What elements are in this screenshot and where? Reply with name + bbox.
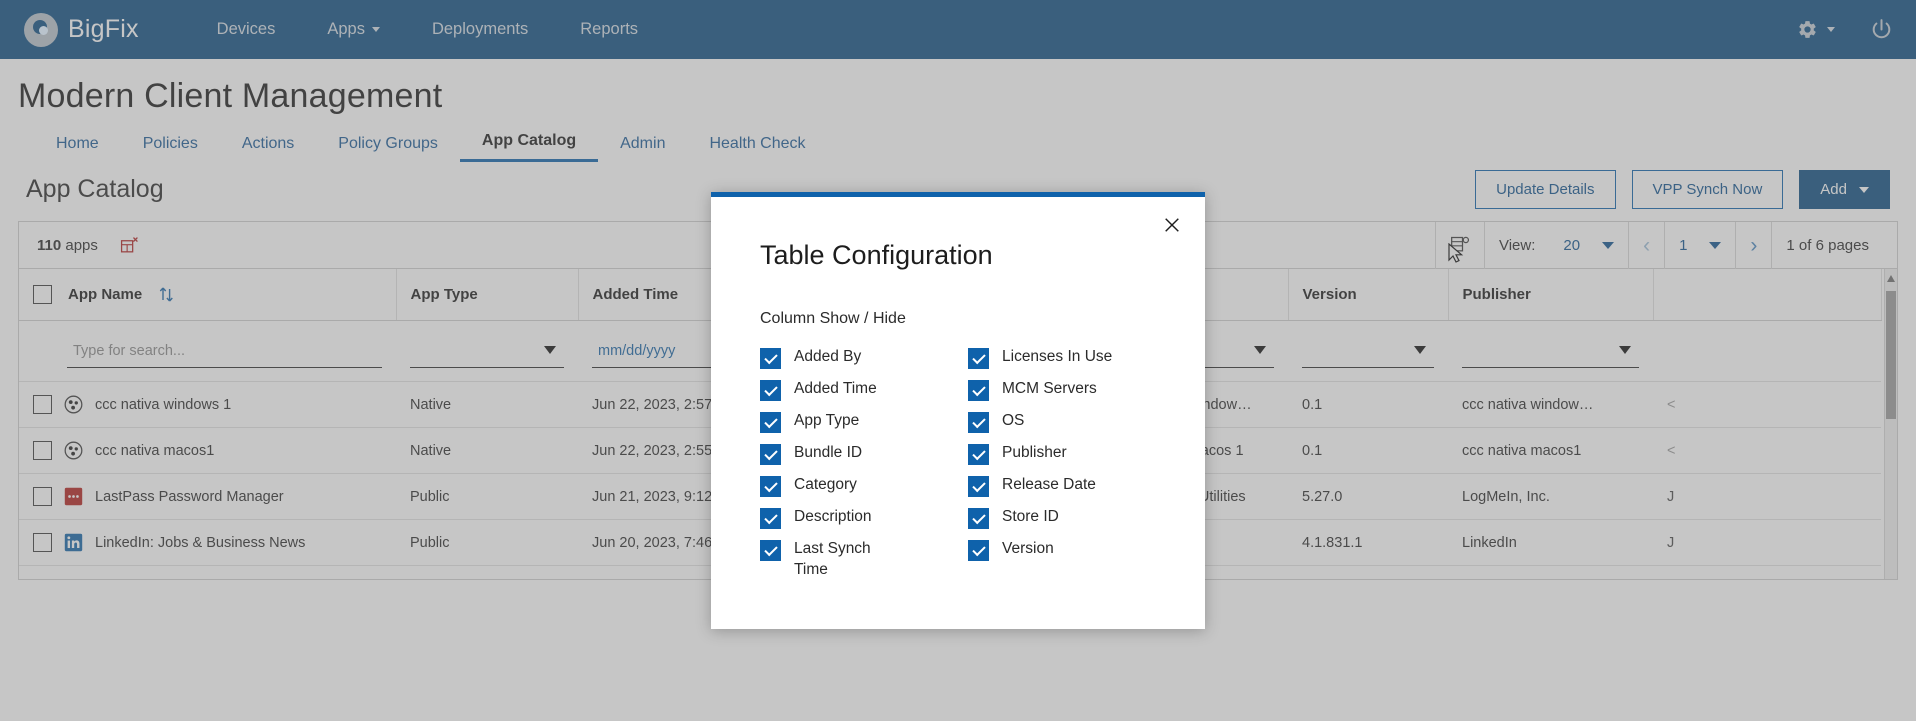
checkbox-checked-icon[interactable] bbox=[760, 508, 781, 529]
checkbox-checked-icon[interactable] bbox=[968, 476, 989, 497]
checkbox-checked-icon[interactable] bbox=[760, 476, 781, 497]
column-toggle-store-id[interactable]: Store ID bbox=[968, 502, 1136, 534]
column-toggle-lists: Added By Added Time App Type Bundle ID C… bbox=[711, 328, 1205, 586]
checkbox-checked-icon[interactable] bbox=[968, 380, 989, 401]
checkbox-checked-icon[interactable] bbox=[760, 348, 781, 369]
column-toggle-version[interactable]: Version bbox=[968, 534, 1136, 566]
checkbox-checked-icon[interactable] bbox=[760, 412, 781, 433]
column-toggle-release-date-label: Release Date bbox=[1002, 475, 1096, 496]
checkbox-checked-icon[interactable] bbox=[968, 412, 989, 433]
checkbox-checked-icon[interactable] bbox=[968, 508, 989, 529]
column-toggle-mcm-servers-label: MCM Servers bbox=[1002, 379, 1097, 400]
column-toggle-licenses-in-use[interactable]: Licenses In Use bbox=[968, 342, 1136, 374]
column-toggle-added-by-label: Added By bbox=[794, 347, 861, 368]
column-toggle-bundle-id[interactable]: Bundle ID bbox=[760, 438, 928, 470]
column-toggle-added-time[interactable]: Added Time bbox=[760, 374, 928, 406]
checkbox-checked-icon[interactable] bbox=[760, 540, 781, 561]
column-toggle-mcm-servers[interactable]: MCM Servers bbox=[968, 374, 1136, 406]
column-toggle-licenses-in-use-label: Licenses In Use bbox=[1002, 347, 1112, 368]
column-toggle-category[interactable]: Category bbox=[760, 470, 928, 502]
dialog-title: Table Configuration bbox=[711, 197, 1205, 271]
column-toggle-store-id-label: Store ID bbox=[1002, 507, 1059, 528]
app-root: BigFix Devices Apps Deployments Reports bbox=[0, 0, 1916, 721]
close-icon bbox=[1163, 216, 1181, 234]
column-toggle-app-type[interactable]: App Type bbox=[760, 406, 928, 438]
column-toggle-publisher[interactable]: Publisher bbox=[968, 438, 1136, 470]
dialog-subtitle: Column Show / Hide bbox=[711, 271, 1205, 328]
column-toggle-list-left: Added By Added Time App Type Bundle ID C… bbox=[760, 342, 928, 586]
column-toggle-app-type-label: App Type bbox=[794, 411, 859, 432]
checkbox-checked-icon[interactable] bbox=[968, 348, 989, 369]
column-toggle-description[interactable]: Description bbox=[760, 502, 928, 534]
close-dialog-button[interactable] bbox=[1159, 212, 1185, 238]
column-toggle-os[interactable]: OS bbox=[968, 406, 1136, 438]
checkbox-checked-icon[interactable] bbox=[968, 444, 989, 465]
column-toggle-added-by[interactable]: Added By bbox=[760, 342, 928, 374]
column-toggle-last-synch-time-label: Last Synch Time bbox=[794, 539, 886, 581]
table-configuration-dialog: Table Configuration Column Show / Hide A… bbox=[711, 192, 1205, 629]
checkbox-checked-icon[interactable] bbox=[760, 380, 781, 401]
column-toggle-last-synch-time[interactable]: Last Synch Time bbox=[760, 534, 928, 586]
column-toggle-bundle-id-label: Bundle ID bbox=[794, 443, 862, 464]
column-toggle-added-time-label: Added Time bbox=[794, 379, 877, 400]
column-toggle-version-label: Version bbox=[1002, 539, 1054, 560]
column-toggle-publisher-label: Publisher bbox=[1002, 443, 1067, 464]
column-toggle-release-date[interactable]: Release Date bbox=[968, 470, 1136, 502]
checkbox-checked-icon[interactable] bbox=[968, 540, 989, 561]
column-toggle-list-right: Licenses In Use MCM Servers OS Publisher… bbox=[968, 342, 1136, 586]
column-toggle-category-label: Category bbox=[794, 475, 857, 496]
column-toggle-description-label: Description bbox=[794, 507, 872, 528]
column-toggle-os-label: OS bbox=[1002, 411, 1024, 432]
checkbox-checked-icon[interactable] bbox=[760, 444, 781, 465]
